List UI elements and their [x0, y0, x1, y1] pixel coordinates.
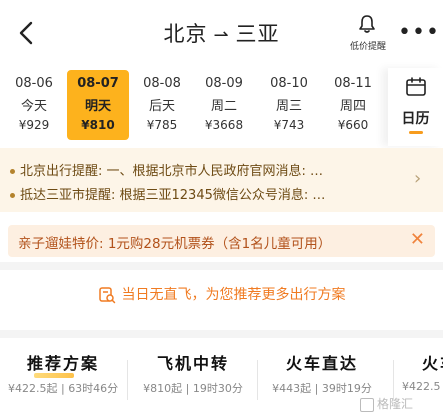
- date-label: 08-07: [77, 76, 119, 91]
- bullet-dot: [10, 169, 15, 174]
- date-item-0809[interactable]: 08-09 周二 ¥3668: [193, 70, 255, 140]
- weekday-label: 明天: [84, 99, 111, 114]
- tab-label: 推荐方案: [26, 354, 99, 373]
- tab-divider: [127, 360, 128, 400]
- weekday-label: 周四: [339, 99, 366, 114]
- date-item-0811[interactable]: 08-11 周四 ¥660: [322, 70, 384, 140]
- tab-sub: ¥422.5: [402, 380, 441, 393]
- tab-label: 火车: [422, 354, 443, 373]
- date-item-0807[interactable]: 08-07 明天 ¥810: [67, 70, 129, 140]
- date-label: 08-11: [334, 76, 372, 91]
- date-selector: 08-06 今天 ¥929 08-07 明天 ¥810 08-08 后天 ¥78…: [0, 64, 443, 146]
- promo-text: 亲子遛娃特价: 1元购28元机票券（含1名儿童可用）: [18, 236, 332, 252]
- date-label: 08-09: [205, 76, 243, 91]
- weekday-label: 周二: [210, 99, 237, 114]
- date-label: 08-06: [15, 76, 53, 91]
- calendar-underline: [408, 131, 423, 134]
- tab-sub: ¥422.5起 | 63时46分: [8, 382, 119, 395]
- date-price: ¥660: [337, 118, 369, 132]
- weekday-label: 后天: [148, 99, 175, 114]
- tab-sub: ¥810起 | 19时30分: [143, 382, 243, 395]
- search-list-icon: [98, 287, 115, 304]
- section-divider: [0, 262, 443, 270]
- date-price: ¥929: [18, 118, 50, 132]
- tab-divider: [257, 360, 258, 400]
- tab-recommended[interactable]: 推荐方案 ¥422.5起 | 63时46分: [8, 350, 118, 396]
- tab-label: 火车直达: [285, 354, 358, 373]
- no-direct-flight-message: 当日无直飞，为您推荐更多出行方案: [0, 284, 443, 304]
- calendar-label: 日历: [401, 111, 430, 127]
- chevron-right-icon[interactable]: ›: [414, 168, 421, 189]
- section-divider: [0, 330, 443, 338]
- date-item-0808[interactable]: 08-08 后天 ¥785: [131, 70, 193, 140]
- date-price: ¥743: [273, 118, 305, 132]
- bullet-dot: [10, 193, 15, 198]
- calendar-button[interactable]: 日历: [388, 68, 443, 146]
- notice-sanya: 抵达三亚市提醒: 根据三亚12345微信公众号消息: …: [10, 184, 325, 203]
- date-price: ¥3668: [204, 118, 244, 132]
- date-item-0810[interactable]: 08-10 周三 ¥743: [258, 70, 320, 140]
- header-bar: 北京 ⇀ 三亚 低价提醒 •••: [0, 0, 443, 64]
- close-icon[interactable]: ✕: [410, 229, 425, 250]
- promo-banner[interactable]: 亲子遛娃特价: 1元购28元机票券（含1名儿童可用） ✕: [8, 225, 435, 257]
- tab-divider: [393, 360, 394, 400]
- calendar-icon: [405, 77, 426, 96]
- destination-city: 三亚: [235, 22, 280, 46]
- tab-label: 飞机中转: [156, 354, 229, 373]
- price-alert-label: 低价提醒: [350, 42, 387, 52]
- notice-text: 北京出行提醒: 一、根据北京市人民政府官网消息: …: [20, 164, 324, 179]
- origin-city: 北京: [163, 22, 208, 46]
- more-options-icon[interactable]: •••: [398, 20, 440, 45]
- bell-icon: [359, 15, 375, 33]
- no-flight-text: 当日无直飞，为您推荐更多出行方案: [121, 287, 346, 303]
- notice-beijing: 北京出行提醒: 一、根据北京市人民政府官网消息: …: [10, 160, 323, 179]
- watermark: 格隆汇: [360, 395, 413, 412]
- weekday-label: 周三: [275, 99, 302, 114]
- weekday-label: 今天: [20, 99, 47, 114]
- tab-train-direct[interactable]: 火车直达 ¥443起 | 39时19分: [266, 350, 378, 396]
- date-label: 08-08: [143, 76, 181, 91]
- notice-text: 抵达三亚市提醒: 根据三亚12345微信公众号消息: …: [20, 188, 326, 203]
- date-item-0806[interactable]: 08-06 今天 ¥929: [3, 70, 65, 140]
- watermark-logo-icon: [360, 397, 374, 412]
- watermark-text: 格隆汇: [377, 397, 414, 411]
- tab-train-more[interactable]: 火车 ¥422.5: [400, 350, 443, 393]
- date-label: 08-10: [270, 76, 308, 91]
- date-price: ¥810: [81, 118, 115, 132]
- tab-flight-transfer[interactable]: 飞机中转 ¥810起 | 19时30分: [138, 350, 248, 396]
- tab-sub: ¥443起 | 39时19分: [272, 382, 372, 395]
- route-arrow-icon: ⇀: [213, 25, 230, 46]
- travel-notices[interactable]: 北京出行提醒: 一、根据北京市人民政府官网消息: … 抵达三亚市提醒: 根据三亚…: [0, 148, 443, 212]
- price-alert-button[interactable]: 低价提醒: [350, 14, 387, 52]
- date-price: ¥785: [146, 118, 178, 132]
